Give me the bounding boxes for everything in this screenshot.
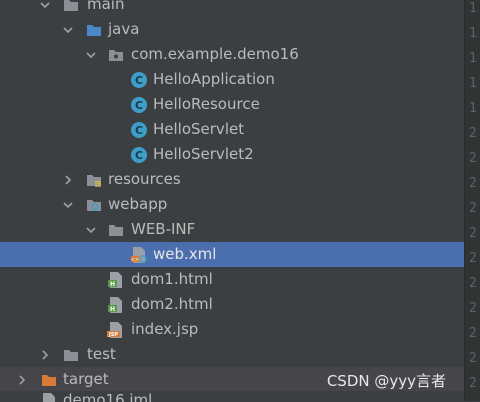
chevron-down-icon[interactable] [61, 198, 75, 212]
tree-label-class: HelloServlet2 [153, 145, 254, 163]
tree-row-class[interactable]: C HelloResource [0, 92, 464, 117]
java-source-folder-icon [85, 21, 103, 39]
tree-row-class[interactable]: C HelloApplication [0, 67, 464, 92]
package-icon [107, 46, 125, 64]
tree-label-package: com.example.demo16 [131, 45, 299, 63]
folder-icon [107, 221, 125, 239]
tree-label-webinf: WEB-INF [131, 220, 196, 238]
svg-text:C: C [135, 74, 143, 87]
tree-label-resources: resources [108, 170, 181, 188]
chevron-down-icon[interactable] [38, 0, 52, 12]
tree-row-test[interactable]: test [0, 342, 464, 367]
svg-text:JSP: JSP [108, 332, 118, 338]
project-tree: main java com.example.demo16 C HelloAppl… [0, 0, 464, 402]
tree-row-java[interactable]: java [0, 17, 464, 42]
folder-icon [62, 0, 80, 14]
html-file-icon: H [107, 296, 125, 314]
tree-label-test: test [87, 345, 116, 363]
tree-label-main: main [87, 0, 125, 13]
class-icon: C [130, 146, 148, 164]
line-number: 2 [469, 376, 477, 391]
line-number: 1 [469, 76, 477, 91]
chevron-right-icon[interactable] [15, 373, 29, 387]
watermark: CSDN @yyy言者 [326, 372, 446, 390]
line-number: 2 [469, 251, 477, 266]
line-number: 2 [469, 176, 477, 191]
xml-file-icon: <> [130, 246, 148, 264]
line-number: 1 [469, 26, 477, 41]
svg-text:H: H [110, 306, 115, 313]
tree-row-jsp[interactable]: JSP index.jsp [0, 317, 464, 342]
tree-row-html[interactable]: H dom2.html [0, 292, 464, 317]
tree-label-class: HelloResource [153, 95, 260, 113]
tree-label-jsp: index.jsp [131, 320, 199, 338]
tree-row-package[interactable]: com.example.demo16 [0, 42, 464, 67]
tree-row-webapp[interactable]: webapp [0, 192, 464, 217]
html-file-icon: H [107, 271, 125, 289]
tree-label-html: dom1.html [131, 270, 213, 288]
tree-row-class[interactable]: C HelloServlet2 [0, 142, 464, 167]
line-number: 2 [469, 326, 477, 341]
tree-label-class: HelloServlet [153, 120, 245, 138]
line-number: 2 [469, 151, 477, 166]
line-number: 2 [469, 276, 477, 291]
tree-label-html: dom2.html [131, 295, 213, 313]
tree-row-main[interactable]: main [0, 0, 464, 17]
tree-label-class: HelloApplication [153, 70, 275, 88]
editor-line-number-gutter: 1 1 1 1 1 2 2 2 2 2 2 2 2 2 2 2 [464, 0, 480, 401]
chevron-down-icon[interactable] [84, 223, 98, 237]
excluded-folder-icon [40, 371, 58, 389]
web-folder-icon [85, 196, 103, 214]
folder-icon [62, 346, 80, 364]
class-icon: C [130, 71, 148, 89]
tree-row-html[interactable]: H dom1.html [0, 267, 464, 292]
chevron-down-icon[interactable] [84, 48, 98, 62]
line-number: 2 [469, 201, 477, 216]
svg-text:C: C [135, 149, 143, 162]
tree-label-webxml: web.xml [153, 245, 217, 263]
tree-row-class[interactable]: C HelloServlet [0, 117, 464, 142]
svg-text:C: C [135, 99, 143, 112]
svg-text:<>: <> [131, 257, 139, 263]
line-number: 1 [469, 101, 477, 116]
line-number: 2 [469, 226, 477, 241]
tree-row-webinf[interactable]: WEB-INF [0, 217, 464, 242]
chevron-right-icon[interactable] [38, 348, 52, 362]
chevron-down-icon[interactable] [61, 23, 75, 37]
tree-label-iml: demo16.iml [63, 391, 153, 402]
line-number: 1 [469, 1, 477, 16]
tree-row-resources[interactable]: resources [0, 167, 464, 192]
svg-text:H: H [110, 281, 115, 288]
tree-label-java: java [108, 20, 140, 38]
line-number: 2 [469, 351, 477, 366]
svg-text:C: C [135, 124, 143, 137]
resources-folder-icon [85, 171, 103, 189]
class-icon: C [130, 121, 148, 139]
line-number: 2 [469, 126, 477, 141]
jsp-file-icon: JSP [107, 321, 125, 339]
class-icon: C [130, 96, 148, 114]
tree-label-webapp: webapp [108, 195, 168, 213]
line-number: 2 [469, 301, 477, 316]
tree-row-webxml-selected[interactable]: <> web.xml [0, 242, 464, 267]
line-number: 1 [469, 51, 477, 66]
chevron-right-icon[interactable] [61, 173, 75, 187]
